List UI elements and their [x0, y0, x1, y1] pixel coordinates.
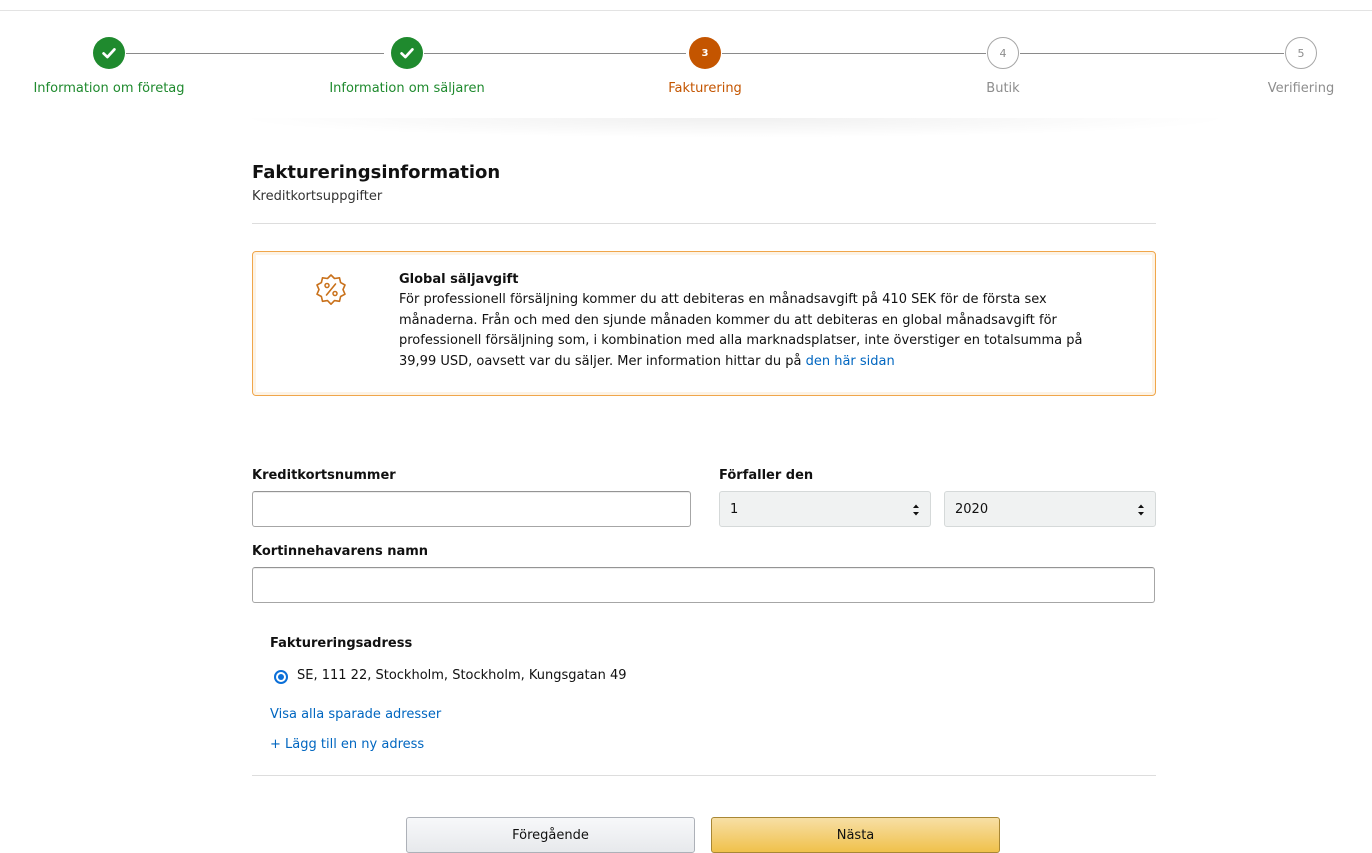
address-radio-label: SE, 111 22, Stockholm, Stockholm, Kungsg… [297, 668, 627, 683]
expiry-month-select[interactable]: 1 [719, 491, 931, 527]
address-radio[interactable] [274, 670, 288, 684]
previous-button[interactable]: Föregående [406, 817, 695, 853]
step-connector [1020, 53, 1284, 54]
progress-stepper: Information om företag Information om sä… [0, 36, 1372, 106]
radio-dot [278, 674, 284, 680]
expiry-year-select[interactable]: 2020 [944, 491, 1156, 527]
expiry-label: Förfaller den [719, 468, 814, 483]
card-number-label: Kreditkortsnummer [252, 468, 396, 483]
page-subtitle: Kreditkortsuppgifter [252, 189, 383, 204]
cardholder-name-input[interactable] [252, 567, 1155, 603]
alert-body: För professionell försäljning kommer du … [399, 290, 1119, 372]
step-5-number: 5 [1285, 37, 1317, 69]
step-2-label: Information om säljaren [329, 81, 485, 96]
alert-text: För professionell försäljning kommer du … [399, 292, 1083, 369]
next-button[interactable]: Nästa [711, 817, 1000, 853]
card-number-input[interactable] [252, 491, 691, 527]
section-shadow [230, 118, 1240, 138]
top-border [0, 0, 1372, 11]
step-connector [722, 53, 986, 54]
cardholder-label: Kortinnehavarens namn [252, 544, 429, 559]
step-connector [126, 53, 384, 54]
alert-title: Global säljavgift [399, 272, 519, 287]
step-1-check-icon [93, 37, 125, 69]
global-fee-alert: Global säljavgift För professionell förs… [252, 251, 1156, 396]
billing-address-heading: Faktureringsadress [270, 636, 413, 651]
billing-form-section: Faktureringsinformation Kreditkortsuppgi… [252, 158, 1156, 853]
step-4-label: Butik [986, 81, 1020, 96]
step-5-label: Verifiering [1267, 81, 1335, 96]
add-new-address-link[interactable]: + Lägg till en ny adress [270, 737, 424, 752]
step-2-check-icon [391, 37, 423, 69]
page-title: Faktureringsinformation [252, 162, 501, 183]
divider [252, 223, 1156, 224]
select-arrows-icon [1138, 504, 1144, 516]
step-1-label: Information om företag [33, 81, 185, 96]
step-4-number: 4 [987, 37, 1019, 69]
select-arrows-icon [913, 504, 919, 516]
expiry-year-value: 2020 [955, 501, 989, 517]
fee-info-link[interactable]: den här sidan [806, 354, 895, 369]
expiry-month-value: 1 [730, 501, 739, 517]
show-saved-addresses-link[interactable]: Visa alla sparade adresser [270, 707, 441, 722]
step-3-number: 3 [689, 37, 721, 69]
step-connector [424, 53, 686, 54]
step-3-label: Fakturering [668, 81, 742, 96]
percent-badge-icon [316, 274, 346, 305]
divider [252, 775, 1156, 776]
